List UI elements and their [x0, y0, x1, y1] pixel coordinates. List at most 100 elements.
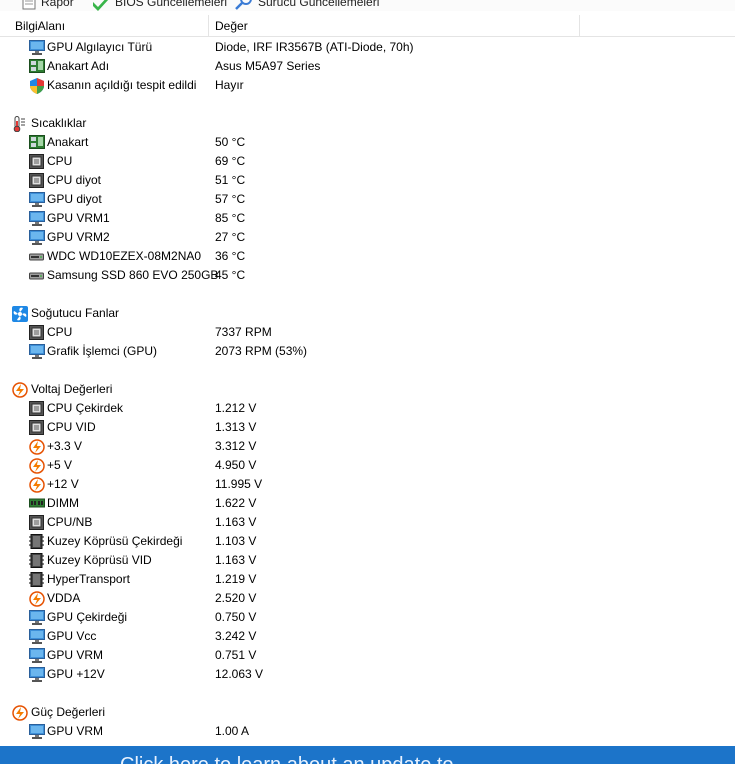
list-item[interactable]: CPU VID 1.313 V [0, 418, 735, 437]
field-value: 1.163 V [215, 515, 257, 529]
field-name: Anakart Adı [47, 59, 110, 73]
list-item[interactable]: HyperTransport 1.219 V [0, 570, 735, 589]
fan-icon [12, 306, 28, 322]
field-column-header[interactable]: BilgiAlanı [10, 15, 209, 37]
report-button[interactable]: Rapor [22, 0, 74, 11]
field-name: GPU +12V [47, 667, 105, 681]
list-item[interactable]: GPU +12V 12.063 V [0, 665, 735, 684]
group-title: Güç Değerleri [31, 705, 106, 719]
list-item[interactable]: CPU diyot 51 °C [0, 171, 735, 190]
list-item[interactable]: CPU Çekirdek 1.212 V [0, 399, 735, 418]
field-value: Hayır [215, 78, 244, 92]
field-value: 50 °C [215, 135, 246, 149]
field-name: +5 V [47, 458, 73, 472]
driver-update-label: Sürücü Güncellemeleri [258, 0, 380, 9]
field-name: CPU diyot [47, 173, 102, 187]
field-value: 69 °C [215, 154, 246, 168]
field-value: 45 °C [215, 268, 246, 282]
northbridge-icon [29, 534, 45, 549]
list-item[interactable]: Kasanın açıldığı tespit edildi Hayır [0, 76, 735, 95]
list-item[interactable]: DIMM 1.622 V [0, 494, 735, 513]
field-value: Asus M5A97 Series [215, 59, 321, 73]
field-name: GPU Vcc [47, 629, 97, 643]
field-name: CPU/NB [47, 515, 93, 529]
list-item[interactable]: Kuzey Köprüsü VID 1.163 V [0, 551, 735, 570]
monitor-icon [29, 648, 45, 663]
field-name: GPU Algılayıcı Türü [47, 40, 153, 54]
field-name: GPU Çekirdeği [47, 610, 128, 624]
field-value: Diode, IRF IR3567B (ATI-Diode, 70h) [215, 40, 414, 54]
field-name: CPU VID [47, 420, 96, 434]
list-item[interactable]: VDDA 2.520 V [0, 589, 735, 608]
field-value: 1.163 V [215, 553, 257, 567]
northbridge-icon [29, 572, 45, 587]
motherboard-icon [29, 135, 45, 150]
notification-banner[interactable]: Click here to learn about an update to .… [0, 746, 735, 764]
group-header[interactable]: Soğutucu Fanlar [0, 304, 735, 323]
list-item[interactable]: Kuzey Köprüsü Çekirdeği 1.103 V [0, 532, 735, 551]
group-header[interactable]: Sıcaklıklar [0, 114, 735, 133]
voltage-icon [12, 382, 28, 398]
list-item[interactable]: CPU 69 °C [0, 152, 735, 171]
northbridge-icon [29, 553, 45, 568]
list-item[interactable]: CPU/NB 1.163 V [0, 513, 735, 532]
field-name: WDC WD10EZEX-08M2NA0 [47, 249, 202, 263]
list-item[interactable]: +3.3 V 3.312 V [0, 437, 735, 456]
field-name: GPU VRM [47, 648, 104, 662]
field-name: CPU [47, 325, 73, 339]
field-value: 0.750 V [215, 610, 257, 624]
list-item[interactable]: GPU VRM 1.00 A [0, 722, 735, 741]
list-item[interactable]: GPU VRM 0.751 V [0, 646, 735, 665]
field-value: 1.212 V [215, 401, 257, 415]
driver-update-button[interactable]: Sürücü Güncellemeleri [235, 0, 379, 11]
chip-icon [29, 154, 45, 169]
group-title: Soğutucu Fanlar [31, 306, 120, 320]
report-label: Rapor [41, 0, 74, 9]
notification-text: Click here to learn about an update to .… [120, 755, 476, 764]
list-item[interactable]: Grafik İşlemci (GPU) 2073 RPM (53%) [0, 342, 735, 361]
list-item[interactable]: GPU VRM2 27 °C [0, 228, 735, 247]
list-item[interactable]: GPU Çekirdeği 0.750 V [0, 608, 735, 627]
monitor-icon [29, 629, 45, 644]
field-name: CPU [47, 154, 73, 168]
field-value: 3.312 V [215, 439, 257, 453]
drive-icon [29, 268, 45, 283]
field-name: GPU diyot [47, 192, 102, 206]
field-name: DIMM [47, 496, 79, 510]
field-value: 57 °C [215, 192, 246, 206]
list-item[interactable]: GPU Algılayıcı Türü Diode, IRF IR3567B (A… [0, 38, 735, 57]
field-name: VDDA [47, 591, 81, 605]
field-name: Anakart [47, 135, 89, 149]
monitor-icon [29, 40, 45, 55]
group-header[interactable]: Güç Değerleri [0, 703, 735, 722]
list-item[interactable]: Samsung SSD 860 EVO 250GB 45 °C [0, 266, 735, 285]
group-header[interactable]: Voltaj Değerleri [0, 380, 735, 399]
list-item[interactable]: GPU Vcc 3.242 V [0, 627, 735, 646]
value-column-header[interactable]: Değer [210, 15, 580, 37]
report-icon [22, 0, 36, 10]
list-item[interactable]: +5 V 4.950 V [0, 456, 735, 475]
field-value: 11.995 V [215, 477, 263, 491]
list-item[interactable]: WDC WD10EZEX-08M2NA0 36 °C [0, 247, 735, 266]
field-name: GPU VRM [47, 724, 104, 738]
bios-update-button[interactable]: BIOS Güncellemeleri [92, 0, 227, 11]
monitor-icon [29, 667, 45, 682]
field-value: 1.313 V [215, 420, 257, 434]
voltage-icon [29, 458, 45, 474]
list-item[interactable]: GPU VRM1 85 °C [0, 209, 735, 228]
magnifier-icon [235, 0, 252, 10]
list-item[interactable]: +12 V 11.995 V [0, 475, 735, 494]
list-item[interactable]: GPU diyot 57 °C [0, 190, 735, 209]
monitor-icon [29, 344, 45, 359]
list-item[interactable]: Anakart 50 °C [0, 133, 735, 152]
field-value: 1.00 A [215, 724, 250, 738]
field-value: 1.103 V [215, 534, 257, 548]
list-item[interactable]: CPU 7337 RPM [0, 323, 735, 342]
list-item[interactable]: Anakart Adı Asus M5A97 Series [0, 57, 735, 76]
field-name: GPU VRM1 [47, 211, 110, 225]
field-value: 3.242 V [215, 629, 257, 643]
field-value: 51 °C [215, 173, 246, 187]
field-value: 12.063 V [215, 667, 264, 681]
